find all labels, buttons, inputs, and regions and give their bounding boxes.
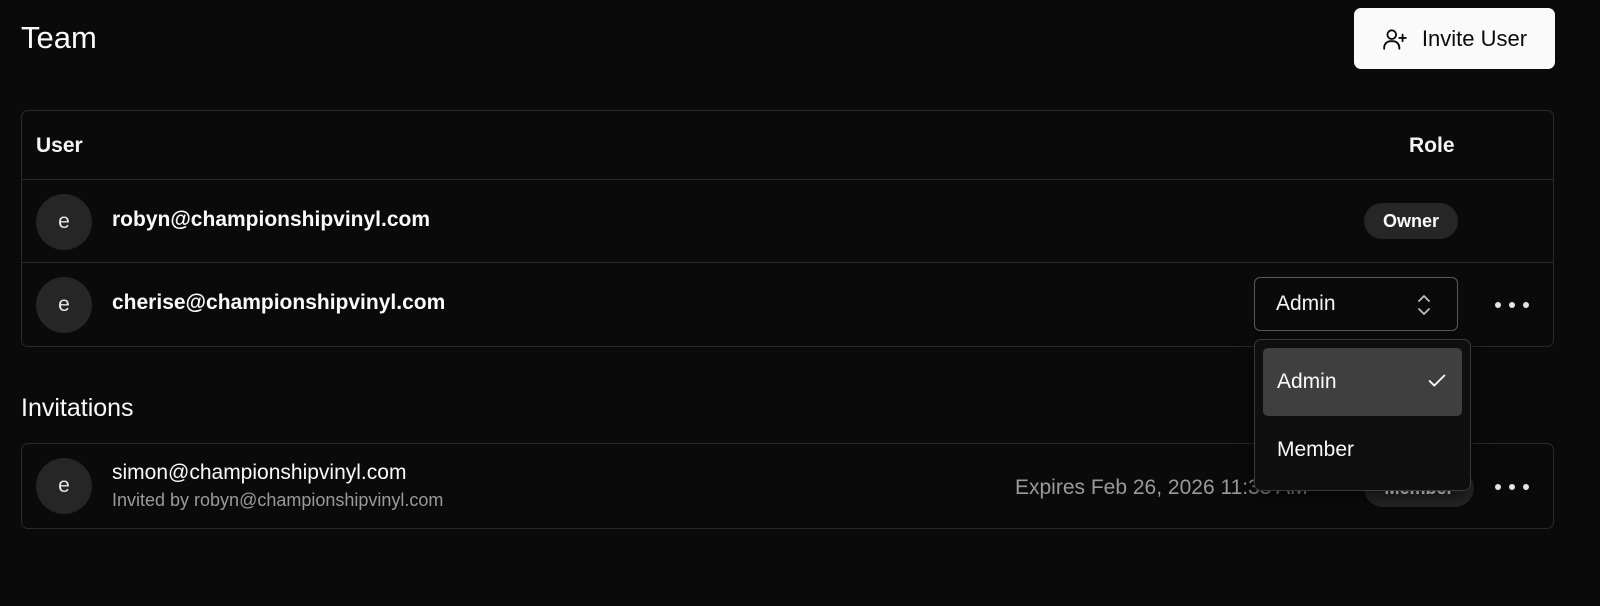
- user-email: cherise@championshipvinyl.com: [112, 291, 446, 314]
- more-actions-button[interactable]: [1495, 477, 1529, 497]
- check-icon: [1428, 374, 1446, 387]
- dot: [1495, 302, 1501, 308]
- role-option-admin[interactable]: Admin: [1263, 348, 1462, 416]
- dot: [1523, 302, 1529, 308]
- team-page: Team Invite User User Role e robyn@champ…: [0, 0, 1600, 606]
- avatar: e: [36, 277, 92, 333]
- role-dropdown-menu: Admin Member: [1254, 339, 1471, 491]
- role-select[interactable]: Admin: [1254, 277, 1458, 331]
- invite-email: simon@championshipvinyl.com: [112, 461, 407, 484]
- invitations-heading: Invitations: [21, 394, 134, 422]
- option-label: Admin: [1277, 370, 1337, 393]
- table-row: e robyn@championshipvinyl.com Owner: [22, 180, 1553, 263]
- column-header-role: Role: [1409, 134, 1455, 157]
- dot: [1523, 484, 1529, 490]
- avatar: e: [36, 194, 92, 250]
- role-badge: Owner: [1364, 203, 1458, 239]
- invite-user-label: Invite User: [1421, 25, 1528, 51]
- dot: [1495, 484, 1501, 490]
- invited-by-text: Invited by robyn@championshipvinyl.com: [112, 490, 444, 510]
- dot: [1509, 484, 1515, 490]
- column-header-user: User: [36, 134, 83, 157]
- role-select-value: Admin: [1276, 292, 1336, 315]
- team-table: User Role e robyn@championshipvinyl.com …: [21, 110, 1554, 347]
- user-email: robyn@championshipvinyl.com: [112, 208, 431, 231]
- option-label: Member: [1277, 438, 1355, 461]
- chevrons-up-down-icon: [1418, 295, 1430, 315]
- more-actions-button[interactable]: [1495, 295, 1529, 315]
- dot: [1509, 302, 1515, 308]
- page-title: Team: [21, 20, 97, 55]
- role-option-member[interactable]: Member: [1263, 416, 1462, 484]
- table-header: User Role: [22, 111, 1553, 180]
- table-row: e cherise@championshipvinyl.com Admin: [22, 263, 1553, 346]
- user-plus-icon: [1383, 28, 1407, 50]
- invite-user-button[interactable]: Invite User: [1354, 8, 1555, 69]
- avatar: e: [36, 458, 92, 514]
